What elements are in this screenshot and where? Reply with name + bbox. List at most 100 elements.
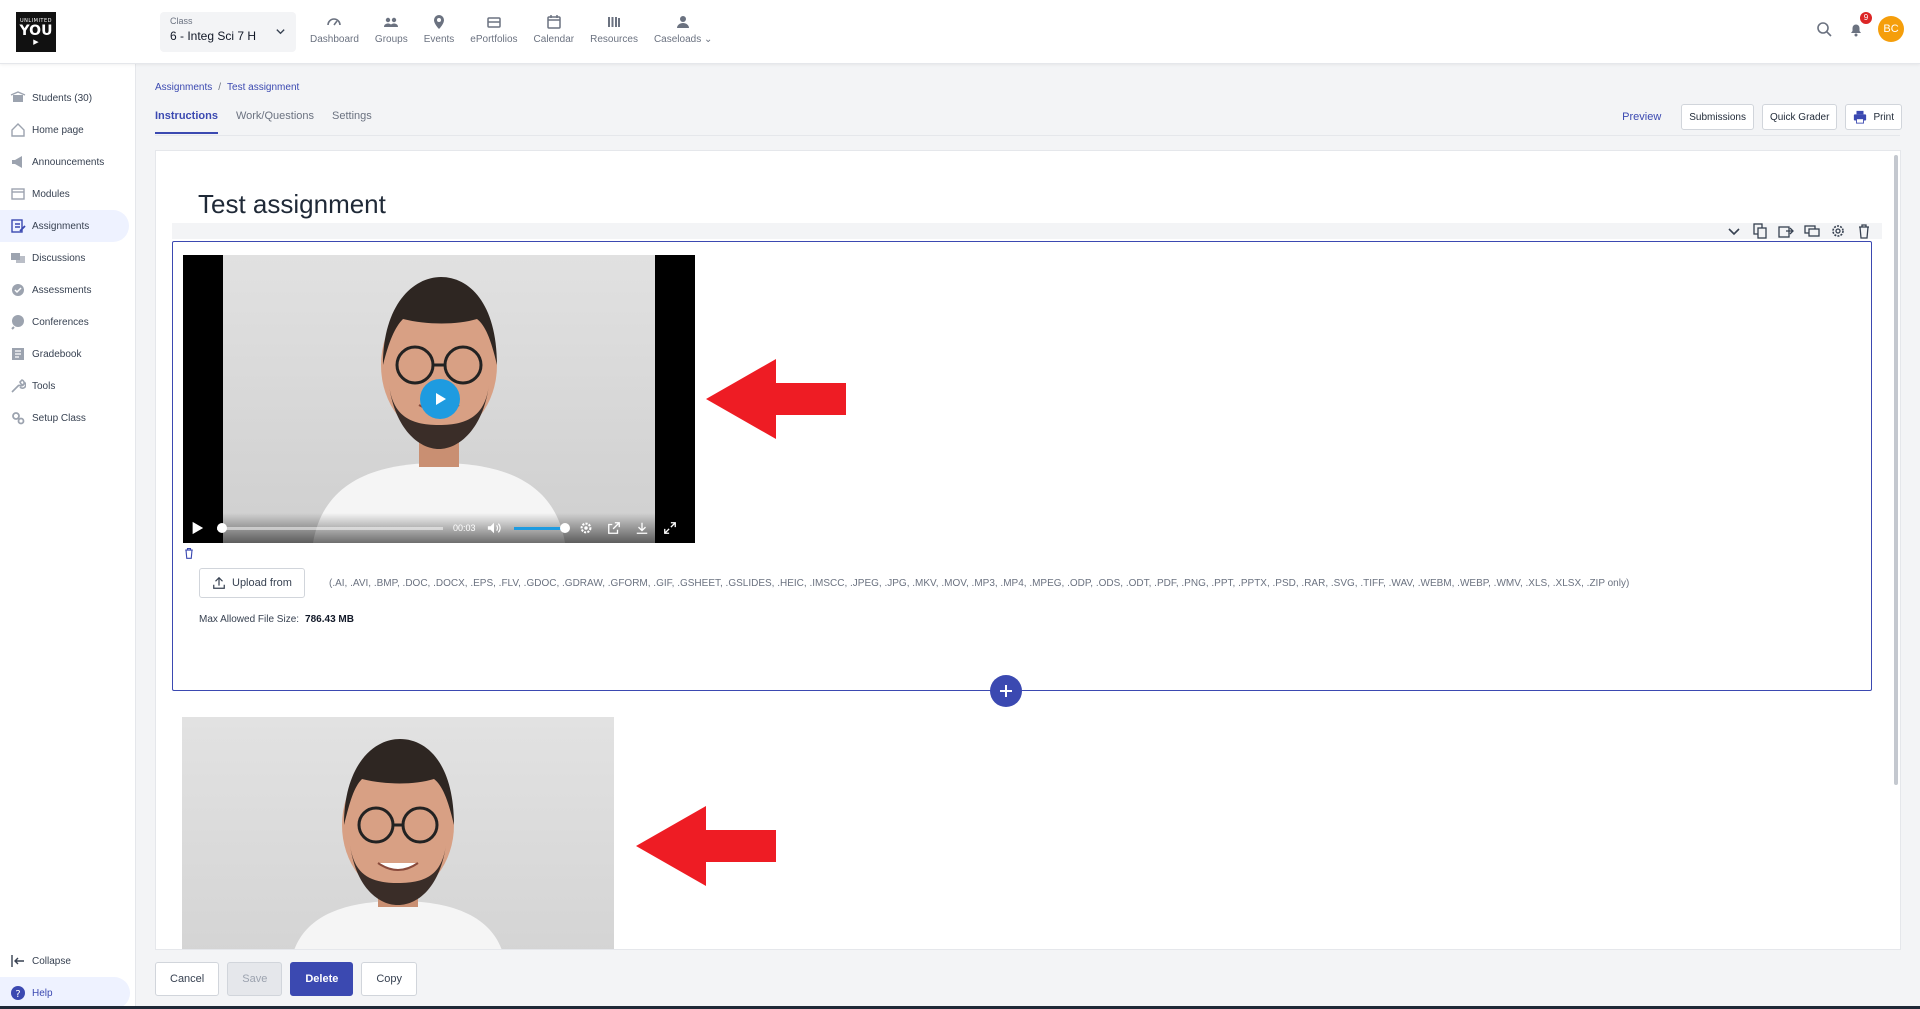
sidebar-item-label: Announcements xyxy=(32,156,105,168)
max-file-size-label: Max Allowed File Size: xyxy=(199,614,300,625)
nav-dashboard-label: Dashboard xyxy=(310,34,359,45)
sidebar-item-label: Modules xyxy=(32,188,70,200)
video-player[interactable]: 00:03 xyxy=(183,255,695,543)
media-upload-block[interactable]: 00:03 Upload from (.AI, .AVI, .BMP, .DOC… xyxy=(172,241,1872,691)
sidebar-item-students[interactable]: Students (30) xyxy=(0,82,129,114)
trash-icon[interactable] xyxy=(183,547,195,559)
class-selector[interactable]: Class 6 - Integ Sci 7 H xyxy=(160,12,296,52)
wrench-icon xyxy=(11,379,26,393)
fullscreen-button[interactable] xyxy=(662,520,678,536)
nav-groups[interactable]: Groups xyxy=(375,14,408,45)
delete-button[interactable]: Delete xyxy=(290,962,354,996)
gears-icon xyxy=(12,412,25,425)
search-button[interactable] xyxy=(1812,17,1836,41)
tabs-divider xyxy=(155,135,1900,136)
tab-settings[interactable]: Settings xyxy=(332,104,372,134)
library-icon xyxy=(608,17,621,27)
sidebar-item-label: Assignments xyxy=(32,220,90,232)
submissions-button[interactable]: Submissions xyxy=(1681,104,1754,130)
sidebar-help[interactable]: ? Help xyxy=(0,977,130,1009)
download-icon xyxy=(636,522,647,534)
breadcrumb-separator: / xyxy=(218,82,222,93)
chevron-down-icon[interactable] xyxy=(1726,223,1742,239)
play-icon xyxy=(436,393,446,405)
scrollbar[interactable] xyxy=(1894,155,1898,785)
tab-instructions[interactable]: Instructions xyxy=(155,104,218,134)
sidebar-item-modules[interactable]: Modules xyxy=(0,178,129,210)
nav-resources-label: Resources xyxy=(590,34,638,45)
duplicate-icon[interactable] xyxy=(1752,223,1768,239)
upload-from-button[interactable]: Upload from xyxy=(199,568,305,598)
sidebar-item-home[interactable]: Home page xyxy=(0,114,129,146)
image-block[interactable] xyxy=(182,717,614,949)
nav-calendar[interactable]: Calendar xyxy=(533,14,575,45)
sidebar-item-assessments[interactable]: Assessments xyxy=(0,274,129,306)
comment-icon[interactable] xyxy=(1804,223,1820,239)
volume-slider[interactable] xyxy=(513,522,570,533)
conference-icon xyxy=(11,315,24,330)
play-icon xyxy=(192,521,204,535)
play-overlay-button[interactable] xyxy=(420,379,460,419)
sidebar-collapse[interactable]: Collapse xyxy=(0,945,130,977)
print-button[interactable]: Print xyxy=(1845,104,1902,130)
gear-icon xyxy=(580,522,591,534)
trash-icon[interactable] xyxy=(1856,223,1872,239)
block-tools xyxy=(1716,223,1872,239)
nav-calendar-label: Calendar xyxy=(533,34,575,45)
max-file-size: Max Allowed File Size: 786.43 MB xyxy=(199,614,354,625)
sidebar-item-label: Discussions xyxy=(32,252,86,264)
nav-resources[interactable]: Resources xyxy=(590,14,638,45)
nav-events[interactable]: Events xyxy=(424,14,454,45)
preview-button[interactable]: Preview xyxy=(1622,111,1661,123)
tab-work-questions[interactable]: Work/Questions xyxy=(236,104,314,134)
upload-icon xyxy=(213,576,225,589)
portfolio-icon xyxy=(487,17,501,28)
discussion-icon xyxy=(11,253,25,263)
video-settings-button[interactable] xyxy=(578,520,594,536)
gear-icon[interactable] xyxy=(1830,223,1846,239)
progress-handle[interactable] xyxy=(217,522,227,533)
download-button[interactable] xyxy=(634,520,650,536)
breadcrumb-current: Test assignment xyxy=(227,82,300,93)
app-logo[interactable]: UNLIMITED YOU ▶ xyxy=(16,12,56,52)
notifications-button[interactable]: 9 xyxy=(1844,12,1872,41)
sidebar-item-announcements[interactable]: Announcements xyxy=(0,146,129,178)
help-icon: ? xyxy=(11,986,25,1000)
add-block-button[interactable] xyxy=(990,675,1022,707)
play-button[interactable] xyxy=(189,520,205,536)
volume-button[interactable] xyxy=(486,520,502,536)
main-nav: Dashboard Groups Events ePortfolios Cale… xyxy=(310,14,728,45)
quick-grader-button[interactable]: Quick Grader xyxy=(1761,104,1838,130)
sidebar-item-gradebook[interactable]: Gradebook xyxy=(0,338,129,370)
chevron-down-icon xyxy=(275,26,286,40)
red-arrow-annotation xyxy=(636,806,776,886)
sidebar-item-conferences[interactable]: Conferences xyxy=(0,306,129,338)
save-button[interactable]: Save xyxy=(227,962,283,996)
sidebar-item-setup-class[interactable]: Setup Class xyxy=(0,402,129,434)
breadcrumb-assignments[interactable]: Assignments xyxy=(155,82,212,93)
nav-caseloads[interactable]: Caseloads ⌄ xyxy=(654,14,712,45)
move-icon[interactable] xyxy=(1778,223,1794,239)
footer-actions: Cancel Save Delete Copy xyxy=(155,962,425,996)
avatar[interactable]: BC xyxy=(1878,16,1904,42)
cancel-button[interactable]: Cancel xyxy=(155,962,220,996)
nav-dashboard[interactable]: Dashboard xyxy=(310,14,359,45)
video-progress-bar[interactable] xyxy=(217,522,443,533)
chevron-down-icon: ⌄ xyxy=(704,34,713,45)
sidebar-item-discussions[interactable]: Discussions xyxy=(0,242,129,274)
sidebar-item-tools[interactable]: Tools xyxy=(0,370,129,402)
print-label: Print xyxy=(1873,111,1894,123)
video-time: 00:03 xyxy=(453,523,476,533)
popout-button[interactable] xyxy=(606,520,622,536)
nav-eportfolios[interactable]: ePortfolios xyxy=(470,14,518,45)
sidebar-item-assignments[interactable]: Assignments xyxy=(0,210,129,242)
users-icon xyxy=(384,17,399,27)
collapse-icon xyxy=(11,955,24,967)
nav-eportfolios-label: ePortfolios xyxy=(470,34,518,45)
copy-button[interactable]: Copy xyxy=(361,962,418,996)
volume-handle[interactable] xyxy=(559,522,570,533)
sidebar-item-label: Home page xyxy=(32,124,84,136)
sidebar-item-label: Tools xyxy=(32,380,56,392)
sidebar-help-label: Help xyxy=(32,987,53,999)
top-right-controls: 9 BC xyxy=(1804,12,1904,42)
